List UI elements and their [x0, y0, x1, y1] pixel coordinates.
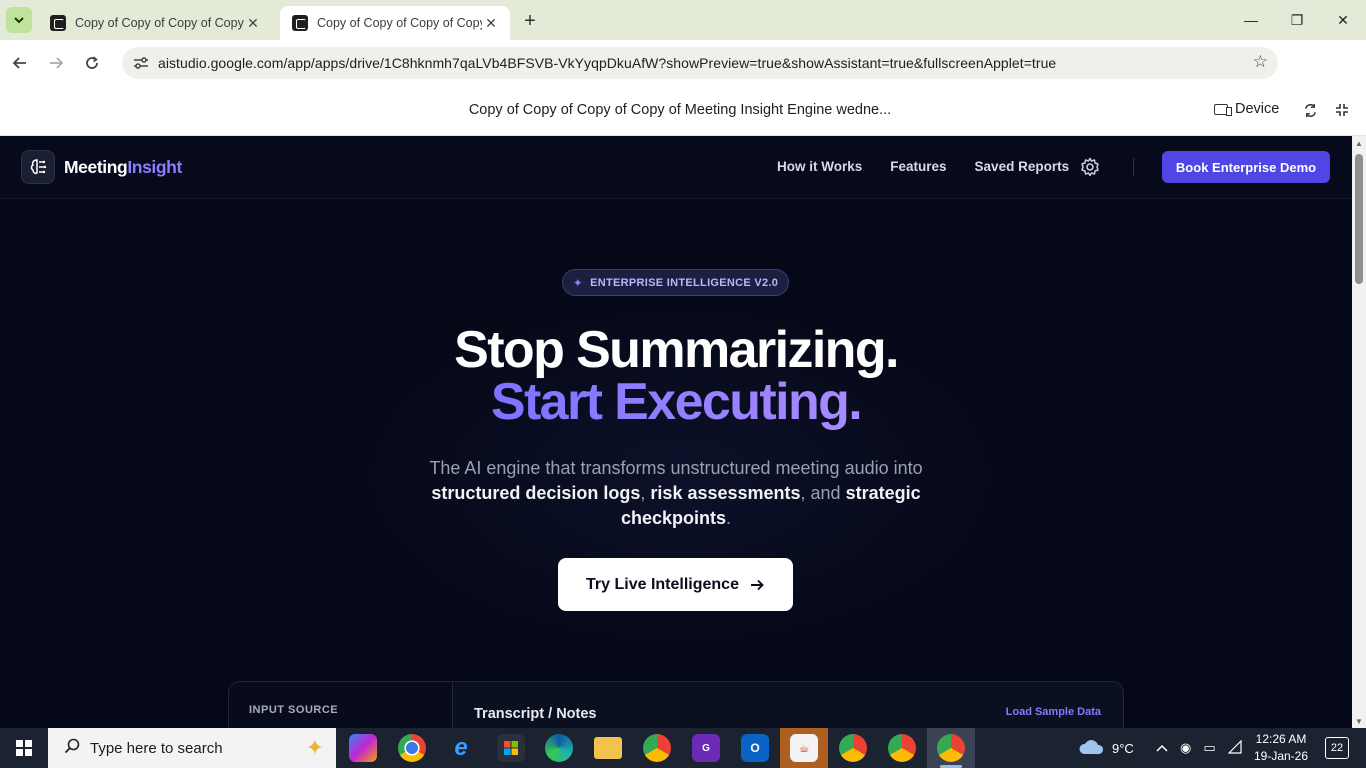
start-button[interactable]: [0, 728, 48, 768]
chrome-active-icon[interactable]: [937, 734, 965, 762]
chrome-profile-r-icon[interactable]: [839, 734, 867, 762]
badge-label: ENTERPRISE INTELLIGENCE V2.0: [590, 276, 779, 289]
wifi-icon[interactable]: [1227, 739, 1242, 757]
copilot-app-icon[interactable]: [349, 734, 377, 762]
chevron-up-icon[interactable]: [1156, 741, 1168, 756]
app-navbar: MeetingInsight How it Works Features Sav…: [0, 136, 1352, 199]
site-settings-icon[interactable]: [130, 52, 152, 74]
app-viewport: MeetingInsight How it Works Features Sav…: [0, 136, 1352, 728]
nav-links: How it Works Features Saved Reports: [777, 159, 1069, 174]
hero-headline-line2: Start Executing.: [490, 373, 863, 431]
try-live-intelligence-button[interactable]: Try Live Intelligence: [558, 558, 793, 611]
nav-link-saved-reports[interactable]: Saved Reports: [975, 159, 1070, 174]
sparkles-icon: ✦: [572, 275, 584, 290]
record-icon[interactable]: ◉: [1180, 740, 1191, 756]
system-tray: ◉ ▭: [1156, 728, 1242, 768]
chevron-down-icon: [14, 17, 24, 24]
ai-studio-favicon-icon: [292, 15, 308, 31]
clock-date: 19-Jan-26: [1253, 749, 1309, 763]
window-controls: — ❐ ✕: [1228, 0, 1366, 40]
copilot-sparkle-icon: ✦: [305, 735, 324, 760]
chrome-profile-icon[interactable]: [643, 734, 671, 762]
scroll-up-icon[interactable]: ▲: [1355, 139, 1363, 148]
arrow-right-icon: [750, 579, 764, 590]
address-bar[interactable]: aistudio.google.com/app/apps/drive/1C8hk…: [122, 47, 1278, 79]
brain-icon: [21, 150, 55, 184]
tab-search-button[interactable]: [6, 7, 32, 33]
tab-title: Copy of Copy of Copy of Copy of Meeting …: [75, 16, 244, 30]
plus-icon: +: [524, 9, 536, 32]
ai-studio-favicon-icon: [50, 15, 66, 31]
windows-taskbar: Type here to search ✦ e G O ☕ 9°C ◉ ▭ 12…: [0, 728, 1366, 768]
notifications-icon[interactable]: 22: [1325, 737, 1349, 759]
scroll-down-icon[interactable]: ▼: [1355, 717, 1363, 726]
logo-text: MeetingInsight: [64, 156, 182, 177]
hero-headline-line1: Stop Summarizing.: [454, 321, 899, 379]
chrome-app-icon[interactable]: [398, 734, 426, 762]
browser-tab-2[interactable]: Copy of Copy of Copy of Copy of Meeting …: [280, 6, 510, 40]
notification-count: 22: [1330, 742, 1344, 754]
cloud-icon: [1078, 739, 1104, 758]
input-source-sidebar: INPUT SOURCE: [229, 682, 453, 728]
device-icon: [1214, 103, 1232, 116]
logo[interactable]: MeetingInsight: [21, 150, 182, 184]
internet-explorer-icon[interactable]: e: [447, 734, 475, 762]
applet-title: Copy of Copy of Copy of Copy of Meeting …: [468, 102, 892, 118]
weather-widget[interactable]: 9°C: [1078, 728, 1134, 768]
tab-title: Copy of Copy of Copy of Copy of Meeting …: [317, 16, 482, 30]
applet-header: Copy of Copy of Copy of Copy of Meeting …: [0, 86, 1366, 136]
url-text: aistudio.google.com/app/apps/drive/1C8hk…: [158, 55, 1057, 71]
pdf-app-icon[interactable]: G: [692, 734, 720, 762]
device-button[interactable]: Device: [1214, 101, 1279, 117]
load-sample-data-button[interactable]: Load Sample Data: [1006, 706, 1101, 718]
close-window-icon[interactable]: ✕: [1320, 0, 1366, 40]
transcript-title: Transcript / Notes: [474, 706, 597, 722]
rotate-icon[interactable]: [1300, 100, 1320, 120]
close-tab-icon[interactable]: ✕: [482, 14, 500, 32]
browser-tab-strip: Copy of Copy of Copy of Copy of Meeting …: [0, 0, 1366, 40]
nav-link-features[interactable]: Features: [890, 159, 946, 174]
java-app-icon[interactable]: ☕: [790, 734, 818, 762]
arrow-left-icon: [12, 57, 26, 69]
arrow-right-icon: [50, 57, 64, 69]
reload-button[interactable]: [76, 47, 108, 79]
browser-tab-1[interactable]: Copy of Copy of Copy of Copy of Meeting …: [38, 6, 272, 40]
nav-divider: [1133, 158, 1134, 176]
input-source-label: INPUT SOURCE: [249, 704, 339, 716]
forward-button[interactable]: [40, 47, 72, 79]
outlook-app-icon[interactable]: O: [741, 734, 769, 762]
close-tab-icon[interactable]: ✕: [244, 14, 262, 32]
browser-toolbar: aistudio.google.com/app/apps/drive/1C8hk…: [0, 40, 1366, 114]
windows-logo-icon: [16, 740, 32, 756]
hero-subheading: The AI engine that transforms unstructur…: [429, 458, 923, 528]
back-button[interactable]: [4, 47, 36, 79]
fullscreen-exit-icon[interactable]: [1332, 100, 1352, 120]
clock-time: 12:26 AM: [1255, 732, 1307, 746]
taskbar-search[interactable]: Type here to search ✦: [48, 728, 336, 768]
viewport-scrollbar[interactable]: ▲ ▼: [1352, 136, 1366, 728]
device-label: Device: [1235, 101, 1280, 117]
weather-temp: 9°C: [1112, 740, 1134, 756]
book-demo-button[interactable]: Book Enterprise Demo: [1162, 151, 1330, 183]
taskbar-clock[interactable]: 12:26 AM 19-Jan-26: [1250, 731, 1312, 765]
microsoft-store-icon[interactable]: [497, 734, 525, 762]
settings-gear-icon[interactable]: [1079, 156, 1101, 178]
version-badge: ✦ ENTERPRISE INTELLIGENCE V2.0: [562, 269, 789, 296]
file-explorer-icon[interactable]: [594, 737, 622, 759]
minimize-icon[interactable]: —: [1228, 0, 1274, 40]
reload-icon: [86, 56, 98, 69]
analysis-panel: INPUT SOURCE Transcript / Notes Load Sam…: [228, 681, 1124, 728]
bookmark-star-icon[interactable]: ☆: [1253, 52, 1268, 72]
scrollbar-thumb[interactable]: [1355, 154, 1363, 284]
nav-link-how-it-works[interactable]: How it Works: [777, 159, 862, 174]
edge-app-icon[interactable]: [545, 734, 573, 762]
battery-icon[interactable]: ▭: [1203, 740, 1215, 756]
new-tab-button[interactable]: +: [518, 10, 542, 32]
search-icon: [64, 738, 80, 759]
restore-icon[interactable]: ❐: [1274, 0, 1320, 40]
cta-label: Try Live Intelligence: [586, 575, 739, 593]
chrome-profile-2-icon[interactable]: [888, 734, 916, 762]
search-placeholder: Type here to search: [90, 739, 223, 757]
